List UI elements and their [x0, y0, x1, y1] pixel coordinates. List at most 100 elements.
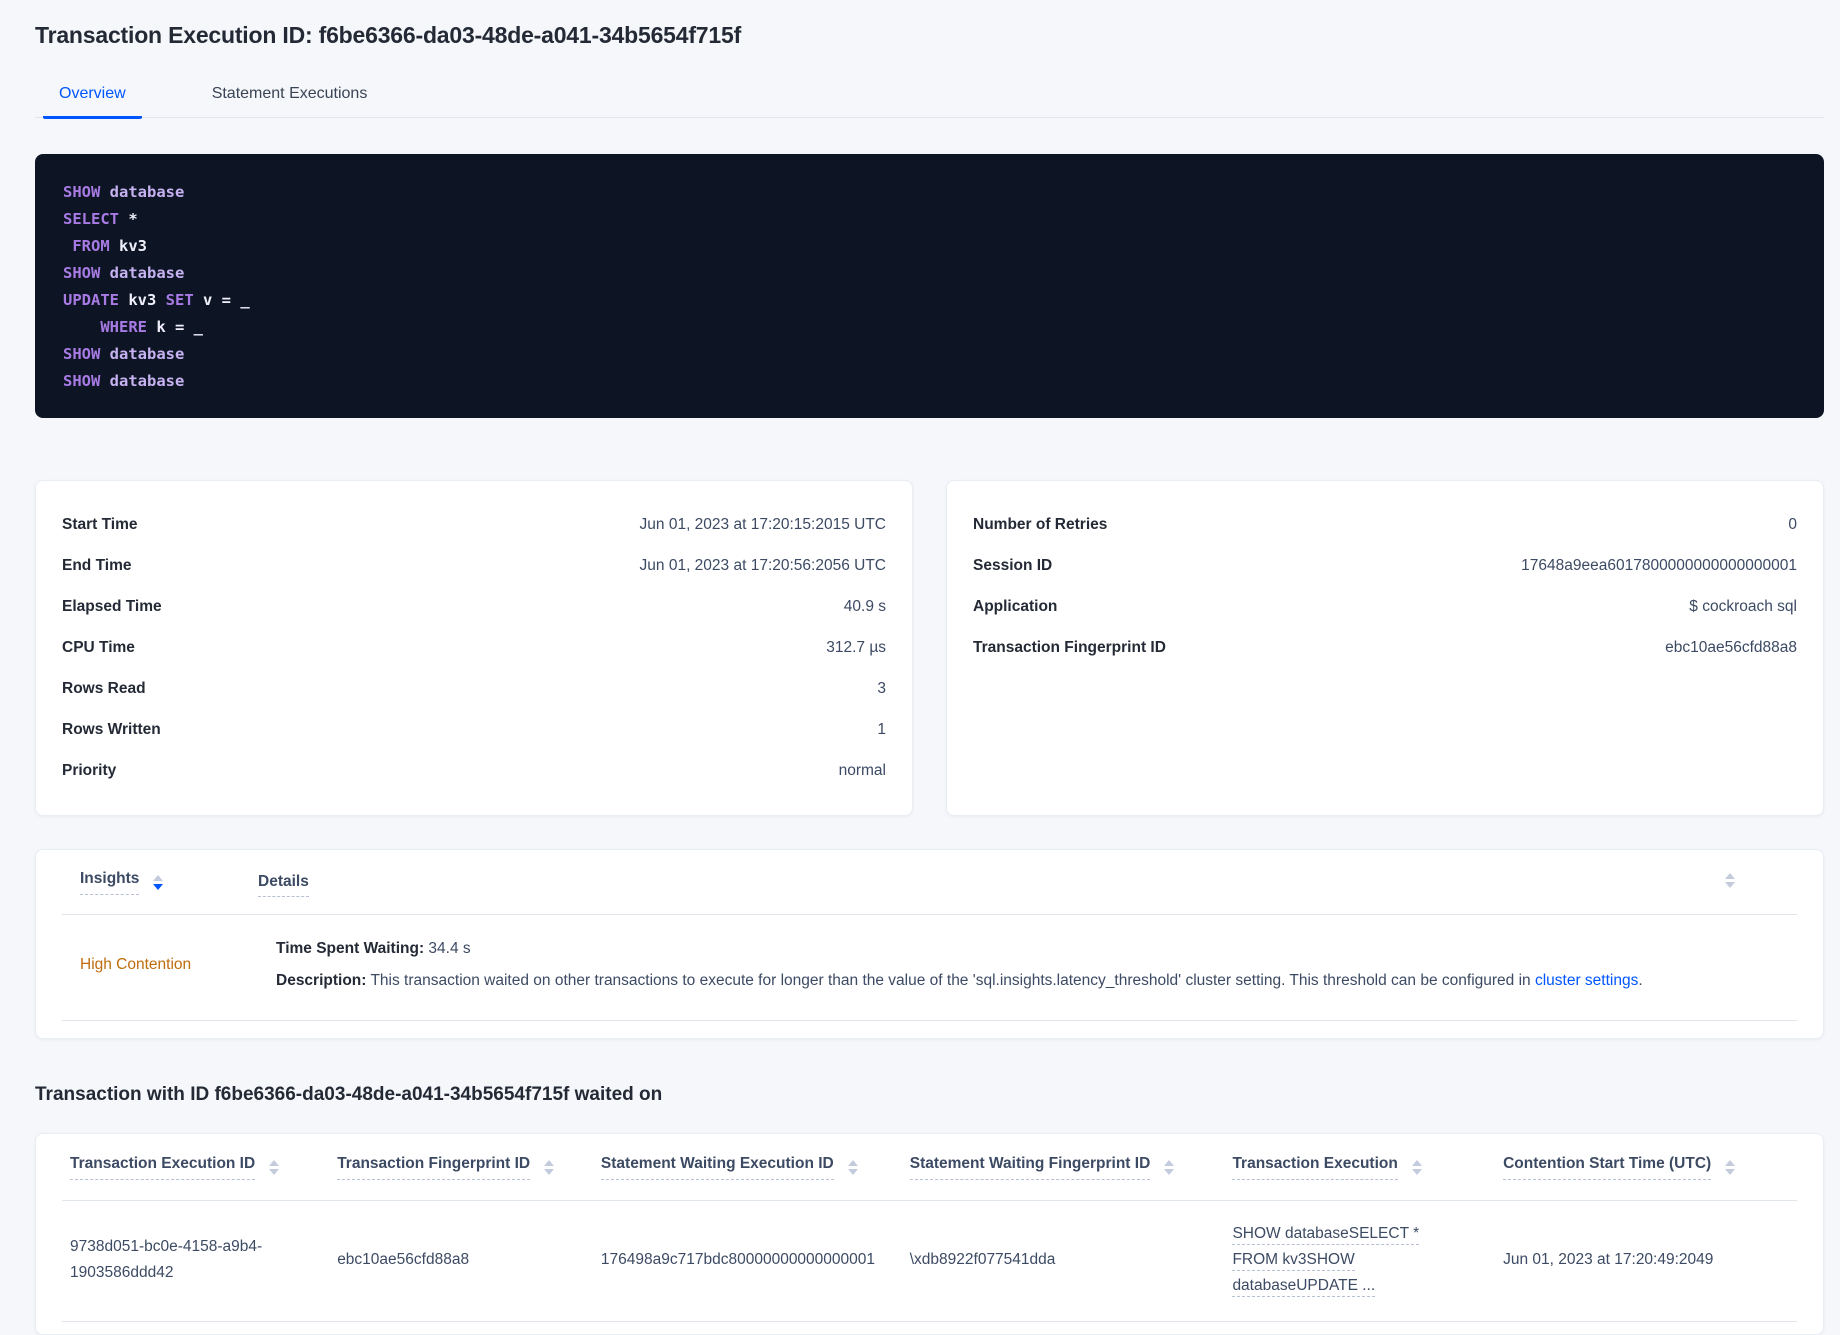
sql-line: FROM kv3: [72, 237, 147, 255]
waited-on-table-header: Transaction Execution ID Transaction Fin…: [62, 1134, 1797, 1201]
application-label: Application: [973, 597, 1058, 615]
elapsed-time-row: Elapsed Time 40.9 s: [62, 586, 886, 627]
tab-bar: Overview Statement Executions: [35, 75, 1824, 119]
insight-row: High Contention Time Spent Waiting: 34.4…: [62, 915, 1797, 1021]
sort-icon[interactable]: [1725, 1159, 1736, 1175]
header-transaction-execution-id: Transaction Execution ID: [62, 1134, 329, 1200]
tab-overview[interactable]: Overview: [43, 75, 142, 119]
sql-line: UPDATE kv3 SET v = _: [63, 291, 250, 309]
sort-asc-icon: [1725, 873, 1735, 879]
application-value: $ cockroach sql: [1689, 597, 1797, 615]
sql-line: WHERE k = _: [100, 318, 203, 336]
priority-value: normal: [838, 761, 886, 779]
cell-transaction-fingerprint-id: ebc10ae56cfd88a8: [337, 1251, 470, 1268]
insights-column-header-cell: Insights: [62, 870, 258, 895]
details-column-header[interactable]: Details: [258, 873, 309, 897]
retries-row: Number of Retries 0: [973, 504, 1797, 545]
sort-asc-icon: [847, 1159, 858, 1166]
rows-written-value: 1: [877, 720, 886, 738]
sort-desc-icon: [153, 883, 164, 890]
sort-asc-icon: [269, 1159, 280, 1166]
cell-contention-start-time: Jun 01, 2023 at 17:20:49:2049: [1503, 1251, 1714, 1268]
sort-icon[interactable]: [544, 1159, 555, 1175]
priority-row: Priority normal: [62, 750, 886, 791]
elapsed-time-label: Elapsed Time: [62, 597, 162, 615]
cell-transaction-execution-id: 9738d051-bc0e-4158-a9b4-1903586ddd42: [70, 1238, 263, 1281]
session-details-card: Number of Retries 0 Session ID 17648a9ee…: [946, 480, 1824, 816]
application-row: Application $ cockroach sql: [973, 586, 1797, 627]
header-contention-start-time: Contention Start Time (UTC): [1495, 1134, 1797, 1200]
sort-asc-icon: [544, 1159, 555, 1166]
cpu-time-row: CPU Time 312.7 µs: [62, 627, 886, 668]
summary-cards-row: Start Time Jun 01, 2023 at 17:20:15:2015…: [35, 480, 1824, 816]
rows-written-label: Rows Written: [62, 720, 161, 738]
details-sort-icon[interactable]: [1725, 873, 1735, 888]
insights-table-header: Insights Details: [62, 850, 1797, 915]
sort-desc-icon: [1411, 1168, 1422, 1175]
sort-icon[interactable]: [1164, 1159, 1175, 1175]
end-time-row: End Time Jun 01, 2023 at 17:20:56:2056 U…: [62, 545, 886, 586]
description-text: This transaction waited on other transac…: [366, 972, 1535, 989]
description-line: Description: This transaction waited on …: [276, 968, 1797, 994]
transaction-fingerprint-row: Transaction Fingerprint ID ebc10ae56cfd8…: [973, 627, 1797, 668]
retries-label: Number of Retries: [973, 515, 1108, 533]
sort-desc-icon: [269, 1168, 280, 1175]
details-column-header-cell: Details: [258, 873, 309, 897]
sort-desc-icon: [1164, 1168, 1175, 1175]
time-spent-waiting-value: 34.4 s: [424, 940, 471, 957]
transaction-details-page: Transaction Execution ID: f6be6366-da03-…: [0, 0, 1840, 1335]
session-id-value: 17648a9eea6017800000000000000001: [1521, 556, 1797, 574]
session-id-label: Session ID: [973, 556, 1053, 574]
sql-line: SHOW database: [63, 183, 185, 201]
cluster-settings-link[interactable]: cluster settings: [1535, 972, 1638, 989]
cpu-time-label: CPU Time: [62, 638, 135, 656]
waited-on-table-card: Transaction Execution ID Transaction Fin…: [35, 1133, 1824, 1335]
cell-statement-waiting-execution-id: 176498a9c717bdc80000000000000001: [600, 1251, 876, 1268]
header-transaction-fingerprint-id: Transaction Fingerprint ID: [329, 1134, 593, 1200]
sql-line: SHOW database: [63, 264, 185, 282]
sort-desc-icon: [1725, 1168, 1736, 1175]
sort-desc-icon: [847, 1168, 858, 1175]
tab-statement-executions[interactable]: Statement Executions: [196, 75, 384, 119]
description-label: Description:: [276, 972, 367, 989]
insights-sort-icon[interactable]: [153, 874, 164, 890]
end-time-label: End Time: [62, 556, 132, 574]
header-statement-waiting-execution-id: Statement Waiting Execution ID: [593, 1134, 902, 1200]
insights-table-card: Insights Details High Contention Time Sp…: [35, 849, 1824, 1039]
execution-details-card: Start Time Jun 01, 2023 at 17:20:15:2015…: [35, 480, 913, 816]
waited-on-table-row: 9738d051-bc0e-4158-a9b4-1903586ddd42 ebc…: [62, 1201, 1797, 1322]
sort-asc-icon: [153, 874, 164, 881]
sort-desc-icon: [544, 1168, 555, 1175]
transaction-fingerprint-link[interactable]: ebc10ae56cfd88a8: [1665, 639, 1797, 657]
sort-icon[interactable]: [269, 1159, 280, 1175]
rows-read-label: Rows Read: [62, 679, 146, 697]
sort-asc-icon: [1164, 1159, 1175, 1166]
sql-statements-box: SHOW database SELECT * FROM kv3 SHOW datab…: [35, 154, 1824, 418]
sort-desc-icon: [1725, 882, 1735, 888]
start-time-row: Start Time Jun 01, 2023 at 17:20:15:2015…: [62, 504, 886, 545]
start-time-label: Start Time: [62, 515, 138, 533]
cell-transaction-execution-link[interactable]: SHOW databaseSELECT * FROM kv3SHOW datab…: [1224, 1201, 1495, 1321]
time-spent-waiting-label: Time Spent Waiting:: [276, 940, 425, 957]
sort-asc-icon: [1411, 1159, 1422, 1166]
high-contention-badge: High Contention: [80, 956, 192, 973]
sort-icon[interactable]: [1411, 1159, 1422, 1175]
rows-read-value: 3: [877, 679, 886, 697]
sql-line: SHOW database: [63, 345, 185, 363]
time-spent-waiting-line: Time Spent Waiting: 34.4 s: [276, 936, 1797, 962]
session-id-row: Session ID 17648a9eea6017800000000000000…: [973, 545, 1797, 586]
header-statement-waiting-fingerprint-id: Statement Waiting Fingerprint ID: [902, 1134, 1225, 1200]
insight-name-cell: High Contention: [62, 936, 258, 994]
end-time-value: Jun 01, 2023 at 17:20:56:2056 UTC: [639, 556, 886, 574]
retries-value: 0: [1788, 515, 1797, 533]
cell-statement-waiting-fingerprint-id: \xdb8922f077541dda: [909, 1251, 1056, 1268]
sql-line: SHOW database: [63, 372, 185, 390]
transaction-fingerprint-label: Transaction Fingerprint ID: [973, 638, 1166, 656]
page-title: Transaction Execution ID: f6be6366-da03-…: [35, 22, 742, 48]
sort-icon[interactable]: [847, 1159, 858, 1175]
description-suffix: .: [1638, 972, 1643, 989]
rows-written-row: Rows Written 1: [62, 709, 886, 750]
insights-column-header[interactable]: Insights: [80, 870, 140, 895]
header-transaction-execution: Transaction Execution: [1224, 1134, 1495, 1200]
cpu-time-value: 312.7 µs: [826, 638, 886, 656]
